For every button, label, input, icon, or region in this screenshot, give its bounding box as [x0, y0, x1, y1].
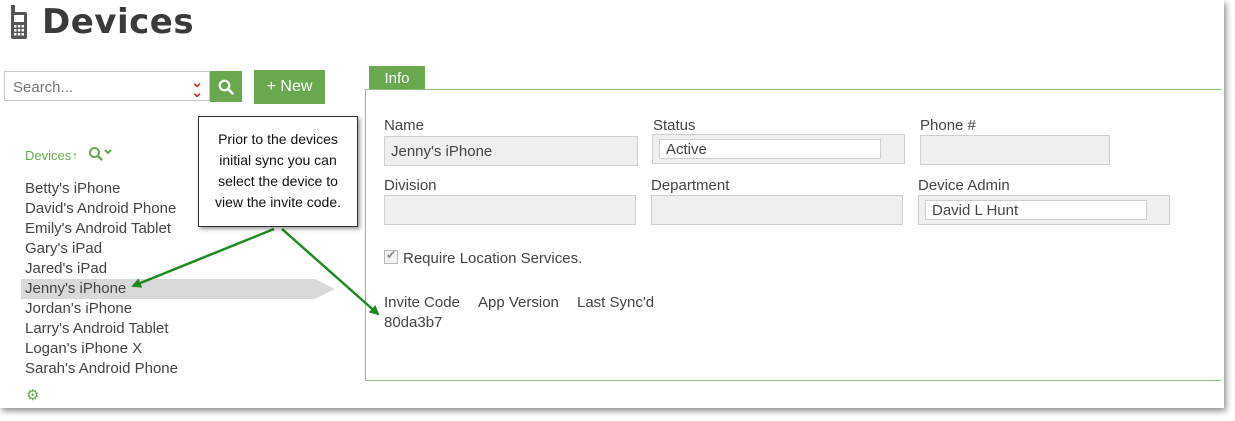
help-callout: Prior to the devices initial sync you ca…: [198, 116, 358, 227]
department-label: Department: [651, 177, 730, 194]
callout-line: Prior to the devices: [218, 131, 338, 147]
page-title: Devices: [42, 2, 195, 42]
list-item[interactable]: Jordan's iPhone: [21, 299, 336, 319]
list-item[interactable]: Jared's iPad: [21, 259, 336, 279]
callout-line: select the device to: [218, 173, 338, 189]
device-admin-select[interactable]: David L Hunt: [925, 200, 1147, 220]
search-button[interactable]: [210, 71, 242, 102]
phone-field[interactable]: [920, 135, 1110, 165]
name-field[interactable]: Jenny's iPhone: [384, 136, 638, 166]
department-field[interactable]: [651, 195, 903, 225]
list-item[interactable]: Logan's iPhone X: [21, 339, 336, 359]
tab-info[interactable]: Info: [369, 66, 425, 90]
info-panel: [365, 89, 1221, 381]
sort-indicator: ↑: [72, 149, 78, 162]
status-value: Active: [666, 141, 707, 158]
name-label: Name: [384, 117, 425, 134]
callout-line: initial sync you can: [219, 152, 337, 168]
name-value: Jenny's iPhone: [391, 143, 493, 160]
status-select[interactable]: Active: [659, 139, 881, 159]
new-device-button[interactable]: + New: [254, 70, 325, 104]
device-admin-value: David L Hunt: [932, 202, 1019, 219]
search-box[interactable]: ⌄⌄: [4, 71, 210, 101]
invite-code-value: 80da3b7: [384, 314, 443, 331]
phone-icon: [10, 5, 28, 39]
list-header-label[interactable]: Devices: [25, 148, 71, 163]
list-item[interactable]: Gary's iPad: [21, 239, 336, 259]
list-item[interactable]: Sarah's Android Phone: [21, 359, 336, 379]
status-field[interactable]: Active: [652, 134, 905, 164]
require-location-label[interactable]: Require Location Services.: [403, 250, 582, 267]
invite-code-label: Invite Code: [384, 294, 460, 311]
app-version-label: App Version: [478, 294, 559, 311]
app-window: Devices ⌄⌄ + New Devices ↑ Betty's iPhon…: [0, 0, 1224, 408]
list-item-selected[interactable]: Jenny's iPhone: [21, 279, 335, 299]
device-admin-label: Device Admin: [918, 177, 1010, 194]
status-label: Status: [653, 117, 696, 134]
chevron-down-double-icon[interactable]: ⌄ ⌄: [191, 75, 203, 99]
require-location-checkbox[interactable]: [384, 248, 398, 264]
gear-icon[interactable]: ⚙: [26, 386, 39, 404]
magnifier-dropdown-icon[interactable]: [88, 146, 116, 165]
callout-line: view the invite code.: [214, 194, 342, 210]
division-label: Division: [384, 177, 437, 194]
division-field[interactable]: [384, 195, 636, 225]
list-header: Devices ↑: [25, 146, 116, 165]
list-item[interactable]: Larry's Android Tablet: [21, 319, 336, 339]
search-input[interactable]: [11, 78, 185, 97]
device-admin-field[interactable]: David L Hunt: [918, 195, 1170, 225]
page-header: Devices: [10, 0, 194, 44]
search-icon: [218, 79, 234, 95]
last-sync-label: Last Sync'd: [577, 294, 655, 311]
phone-label: Phone #: [920, 117, 976, 134]
